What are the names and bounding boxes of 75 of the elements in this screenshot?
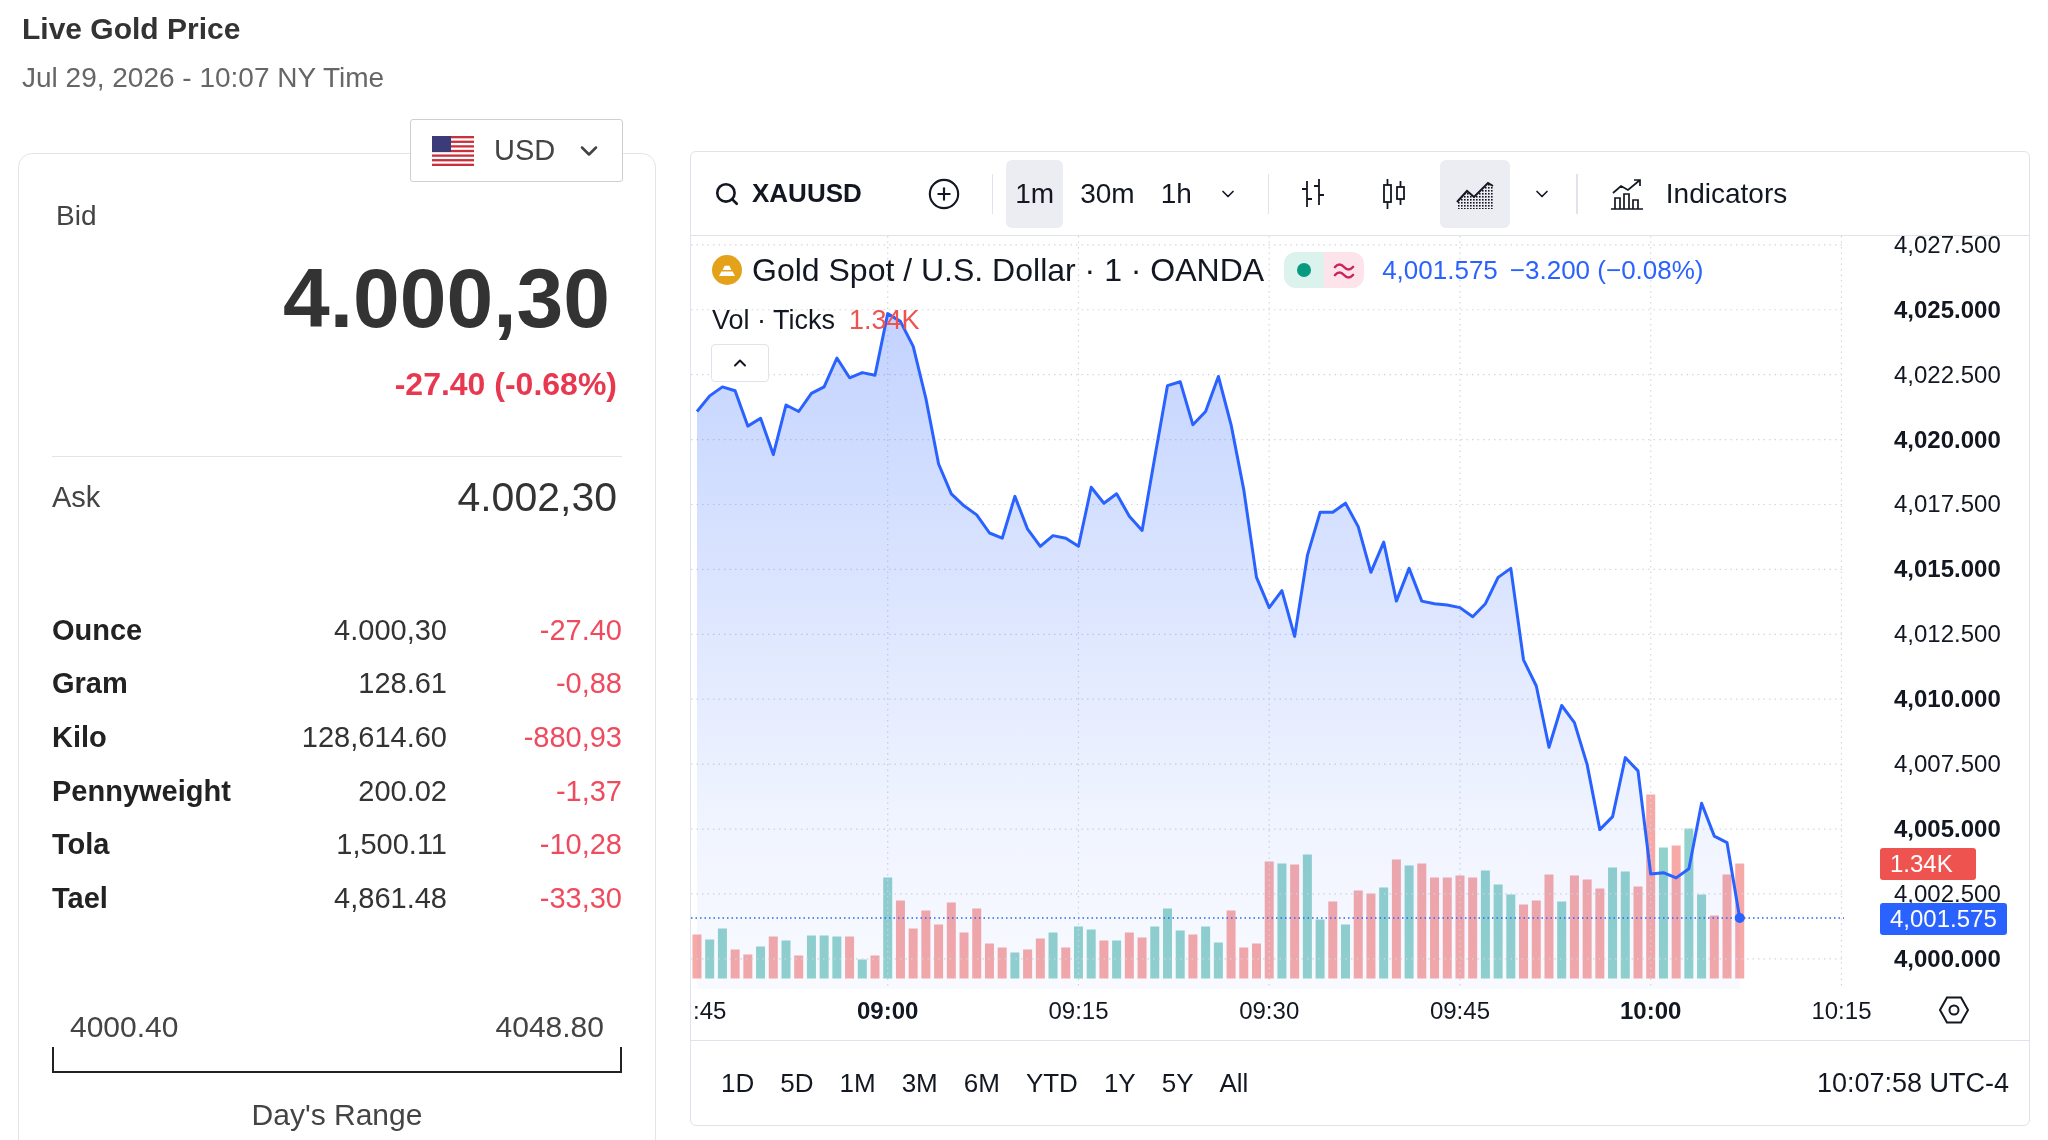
unit-price: 4.000,30 [334, 612, 447, 647]
interval-tab[interactable]: 1m [1006, 159, 1064, 228]
unit-price: 4,861.48 [334, 880, 447, 915]
unit-name: Tola [52, 827, 110, 862]
price-axis-label: 4,007.500 [1894, 755, 2001, 774]
time-axis-label: 10:00 [1620, 999, 1682, 1023]
plus-circle-icon [926, 176, 961, 211]
unit-name: Gram [52, 666, 128, 701]
range-button[interactable]: 5Y [1155, 1064, 1200, 1102]
bid-change: -27.40 (-0.68%) [394, 365, 617, 403]
price-axis-label: 4,022.500 [1894, 365, 2001, 384]
legend-last-price: 4,001.575 [1382, 254, 1498, 286]
unit-price: 128.61 [358, 666, 447, 701]
legend-title: Gold Spot / U.S. Dollar · 1 · OANDA [752, 251, 1265, 290]
end-point-icon [1734, 913, 1745, 923]
unit-price: 1,500.11 [336, 827, 447, 862]
chart-type-button[interactable] [1440, 159, 1511, 228]
range-button[interactable]: 6M [957, 1064, 1006, 1102]
range-button[interactable]: 1D [715, 1064, 761, 1102]
unit-change: -10,28 [539, 827, 622, 862]
interval-tab[interactable]: 30m [1071, 159, 1144, 228]
unit-change: -880,93 [523, 720, 622, 754]
legend-change: −3.200 (−0.08%) [1509, 254, 1704, 286]
indicators-icon [1608, 176, 1645, 211]
bid-label: Bid [56, 200, 97, 232]
price-axis-label: 4,012.500 [1894, 625, 2001, 644]
time-axis-label: 09:30 [1239, 999, 1300, 1023]
settings-icon[interactable] [1938, 995, 1970, 1025]
currency-select[interactable]: USD [410, 119, 623, 182]
approx-sign-icon [1324, 252, 1365, 288]
range-caption: Day's Range [251, 1098, 423, 1131]
unit-price: 200.02 [358, 773, 447, 808]
range-button[interactable]: 3M [895, 1064, 944, 1102]
bid-price: 4.000,30 [283, 253, 610, 343]
last-price-tag: 4,001.575 [1880, 902, 2007, 935]
range-low: 4000.40 [70, 1010, 179, 1043]
range-button[interactable]: YTD [1019, 1064, 1084, 1102]
search-icon [714, 180, 740, 207]
ask-label: Ask [52, 480, 101, 514]
unit-change: -33,30 [539, 880, 622, 915]
timestamp: Jul 29, 2026 - 10:07 NY Time [22, 62, 385, 94]
time-axis-label: 10:15 [1811, 999, 1872, 1023]
ask-price: 4.002,30 [457, 473, 617, 521]
unit-price: 128,614.60 [301, 720, 447, 754]
unit-change: -1,37 [555, 773, 622, 808]
flag-icon [432, 135, 474, 166]
volume-tag: 1.34K [1880, 847, 1976, 880]
price-axis-label: 4,027.500 [1894, 235, 2001, 254]
time-axis-label: :45 [693, 999, 727, 1023]
page-title: Live Gold Price [22, 12, 241, 46]
price-axis-label: 4,017.500 [1894, 495, 2001, 514]
range-high: 4048.80 [495, 1010, 604, 1043]
time-axis-label: 09:15 [1048, 999, 1109, 1023]
range-button[interactable]: 5D [774, 1064, 820, 1102]
unit-change: -27.40 [539, 612, 622, 647]
range-button[interactable]: All [1213, 1064, 1255, 1102]
price-axis-label: 4,010.000 [1894, 690, 2001, 709]
price-axis-label: 4,002.500 [1894, 884, 2001, 903]
range-button[interactable]: 1Y [1097, 1064, 1142, 1102]
price-axis-label: 4,015.000 [1894, 560, 2001, 579]
unit-name: Pennyweight [52, 773, 231, 808]
timezone-clock[interactable]: 10:07:58 UTC-4 [1816, 1067, 2009, 1099]
indicators-button[interactable]: Indicators [1596, 159, 1800, 228]
unit-name: Tael [52, 880, 108, 915]
symbol-search-button[interactable]: XAUUSD [702, 165, 874, 222]
time-axis-label: 09:00 [857, 999, 919, 1023]
unit-change: -0,88 [555, 666, 622, 701]
ingot-stack-icon [712, 255, 742, 285]
interval-tab[interactable]: 1h [1151, 159, 1201, 228]
unit-name: Ounce [52, 612, 143, 647]
volume-label: Vol · Ticks [712, 304, 836, 336]
time-axis-label: 09:45 [1429, 999, 1490, 1023]
unit-name: Kilo [52, 720, 107, 754]
range-button[interactable]: 1M [833, 1064, 882, 1102]
price-axis-label: 4,005.000 [1894, 820, 2001, 839]
